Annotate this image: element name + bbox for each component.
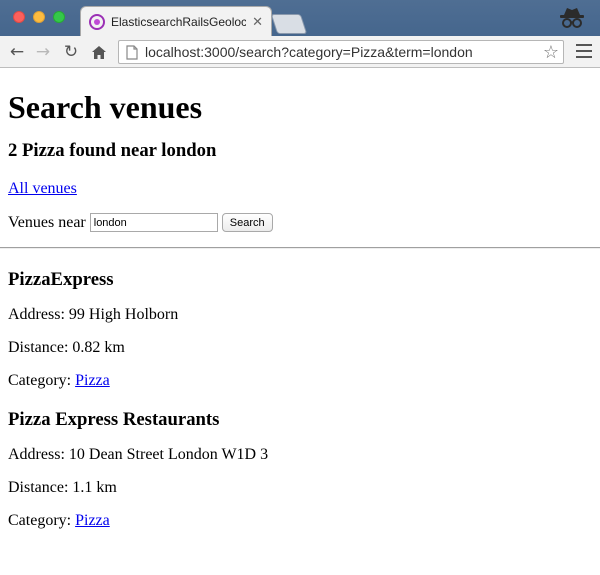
venue-distance: Distance: 1.1 km <box>8 479 117 496</box>
venue-category-label: Category: <box>8 512 76 529</box>
window-close-button[interactable] <box>13 11 25 23</box>
incognito-icon <box>560 8 584 28</box>
page-content: Search venues 2 Pizza found near london … <box>0 89 600 530</box>
venue-name: Pizza Express Restaurants <box>8 409 220 430</box>
venue-name: PizzaExpress <box>8 269 114 290</box>
page-icon <box>126 45 138 60</box>
url-text: localhost:3000/search?category=Pizza&ter… <box>145 44 473 60</box>
favicon-icon <box>89 13 105 30</box>
arrow-right-icon: → <box>35 42 51 62</box>
reload-icon: ↻ <box>63 42 79 62</box>
results-summary: 2 Pizza found near london <box>8 140 217 161</box>
venue-category-label: Category: <box>8 372 76 389</box>
address-bar[interactable]: localhost:3000/search?category=Pizza&ter… <box>118 40 564 64</box>
venue-category-link[interactable]: Pizza <box>75 372 110 389</box>
window-minimize-button[interactable] <box>33 11 45 23</box>
divider <box>0 247 600 249</box>
venue-category-link[interactable]: Pizza <box>75 512 110 529</box>
forward-button[interactable]: → <box>32 41 54 63</box>
home-icon <box>92 45 106 59</box>
all-venues-link[interactable]: All venues <box>8 180 77 197</box>
venue-category: Category: Pizza <box>8 371 592 390</box>
hamburger-menu-icon[interactable] <box>576 44 592 58</box>
browser-titlebar: ElasticsearchRailsGeolocation ✕ <box>0 0 600 36</box>
venue-category: Category: Pizza <box>8 511 592 530</box>
home-button[interactable] <box>88 41 110 63</box>
new-tab-button[interactable] <box>270 14 308 34</box>
arrow-left-icon: ← <box>9 42 25 62</box>
venue-address: Address: 99 High Holborn <box>8 306 179 323</box>
star-icon[interactable]: ☆ <box>543 42 559 63</box>
tab-close-icon[interactable]: ✕ <box>252 14 263 30</box>
search-input[interactable] <box>89 213 218 232</box>
venue-distance: Distance: 0.82 km <box>8 339 125 356</box>
back-button[interactable]: ← <box>6 41 28 63</box>
browser-tab[interactable]: ElasticsearchRailsGeolocation ✕ <box>80 6 272 36</box>
tab-title: ElasticsearchRailsGeolocation <box>111 14 247 29</box>
browser-toolbar: ← → ↻ localhost:3000/search?category=Piz… <box>0 36 600 68</box>
all-venues-paragraph: All venues <box>8 179 592 198</box>
search-button[interactable]: Search <box>221 213 273 232</box>
venue-address: Address: 10 Dean Street London W1D 3 <box>8 446 269 463</box>
reload-button[interactable]: ↻ <box>60 41 82 63</box>
window-maximize-button[interactable] <box>53 11 65 23</box>
venue-item: PizzaExpress Address: 99 High Holborn Di… <box>8 269 592 390</box>
search-label: Venues near <box>8 213 86 231</box>
search-form: Venues near Search <box>8 213 592 232</box>
venue-item: Pizza Express Restaurants Address: 10 De… <box>8 409 592 530</box>
page-title: Search venues <box>8 89 203 125</box>
